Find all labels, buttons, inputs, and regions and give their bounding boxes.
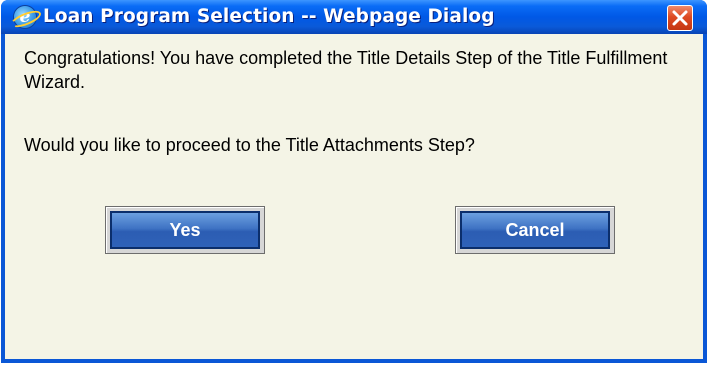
window-title: Loan Program Selection -- Webpage Dialog <box>43 6 495 27</box>
internet-explorer-icon: e <box>14 6 36 28</box>
cancel-button-frame: Cancel <box>455 206 615 254</box>
close-x-icon <box>672 10 688 26</box>
title-bar[interactable]: e Loan Program Selection -- Webpage Dial… <box>1 0 707 34</box>
yes-button[interactable]: Yes <box>110 211 260 249</box>
yes-button-frame: Yes <box>105 206 265 254</box>
proceed-question: Would you like to proceed to the Title A… <box>24 135 475 155</box>
dialog-content: Congratulations! You have completed the … <box>5 34 703 359</box>
dialog-window: e Loan Program Selection -- Webpage Dial… <box>1 0 707 363</box>
cancel-button[interactable]: Cancel <box>460 211 610 249</box>
completion-message: Congratulations! You have completed the … <box>24 48 668 92</box>
close-button[interactable] <box>667 5 693 31</box>
